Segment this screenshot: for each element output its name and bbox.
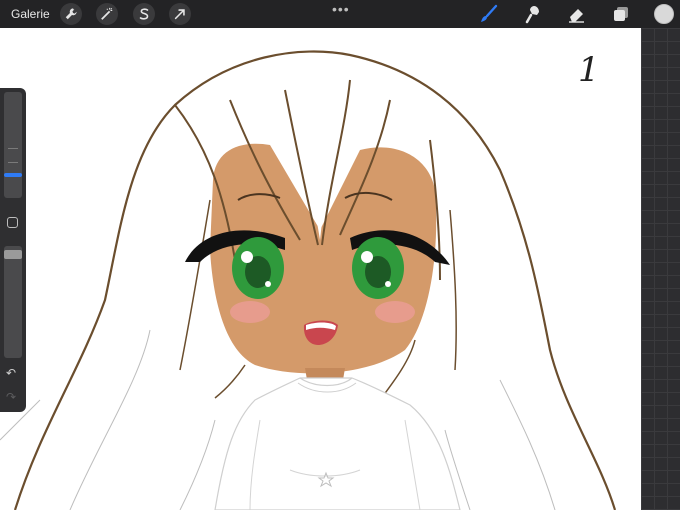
- smudge-tool[interactable]: [522, 3, 546, 25]
- eraser-tool[interactable]: [565, 3, 589, 25]
- opacity-handle[interactable]: [4, 250, 22, 259]
- sweater: [214, 377, 461, 510]
- drawing-canvas[interactable]: 1: [0, 28, 641, 510]
- gallery-button[interactable]: Galerie: [11, 7, 50, 21]
- brush-icon: [481, 4, 498, 22]
- side-toolbar: ↶ ↷: [0, 88, 26, 412]
- color-picker-swatch[interactable]: [654, 4, 674, 24]
- magic-wand-icon: [101, 7, 113, 20]
- brush-size-slider[interactable]: [4, 92, 22, 198]
- actions-button[interactable]: [60, 3, 82, 25]
- opacity-slider[interactable]: [4, 246, 22, 358]
- brush-size-handle[interactable]: [4, 173, 22, 177]
- redo-icon: ↷: [6, 390, 17, 404]
- brush-tool[interactable]: [477, 3, 501, 25]
- adjustments-button[interactable]: [96, 3, 118, 25]
- layers-icon: [614, 7, 628, 21]
- undo-icon: ↶: [6, 366, 17, 380]
- modify-button[interactable]: [7, 217, 18, 228]
- canvas-background-strip: [641, 28, 680, 510]
- undo-button[interactable]: ↶: [6, 366, 16, 380]
- arrow-cursor-icon: [174, 9, 185, 20]
- page-number-label: 1: [578, 50, 600, 90]
- selection-button[interactable]: [133, 3, 155, 25]
- eraser-icon: [569, 9, 584, 23]
- layers-tool[interactable]: [609, 3, 633, 25]
- redo-button[interactable]: ↷: [6, 390, 16, 404]
- smudge-icon: [525, 6, 539, 24]
- top-toolbar: Galerie •••: [0, 0, 680, 28]
- chibi-girl-artwork: [0, 50, 617, 510]
- transform-button[interactable]: [169, 3, 191, 25]
- wrench-icon: [65, 8, 77, 20]
- selection-s-icon: [139, 8, 149, 20]
- more-options-button[interactable]: •••: [332, 1, 350, 17]
